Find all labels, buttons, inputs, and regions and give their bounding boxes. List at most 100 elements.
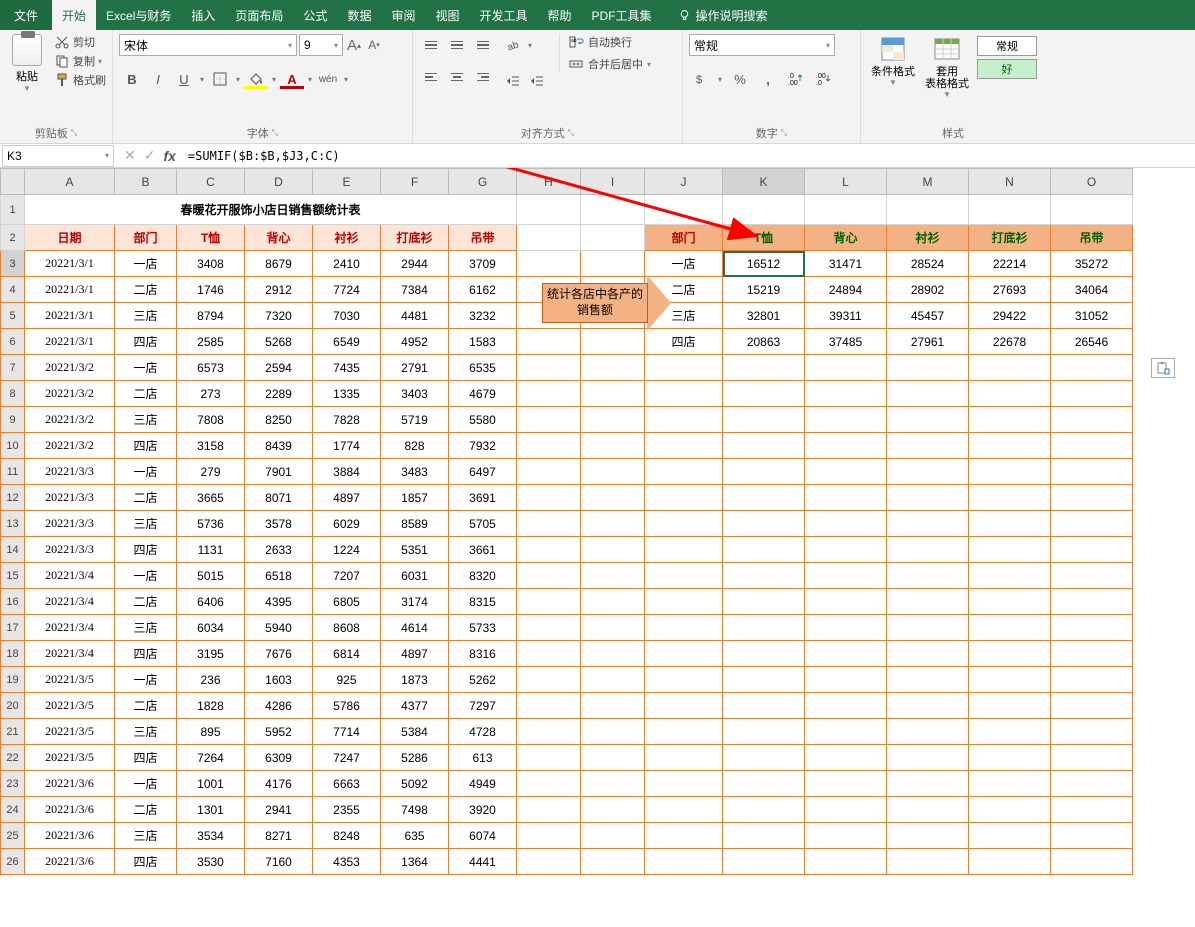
summary-cell[interactable]: 一店: [645, 251, 723, 277]
cell[interactable]: [887, 615, 969, 641]
cell[interactable]: [723, 563, 805, 589]
cell[interactable]: [645, 433, 723, 459]
row-header-16[interactable]: 16: [1, 589, 25, 615]
font-color-dropdown[interactable]: ▾: [305, 68, 315, 90]
cell[interactable]: [1051, 823, 1133, 849]
main-cell[interactable]: 20221/3/1: [25, 251, 115, 277]
cell[interactable]: [887, 195, 969, 225]
main-cell[interactable]: 6074: [449, 823, 517, 849]
comma-button[interactable]: ,: [755, 68, 781, 90]
main-cell[interactable]: 20221/3/5: [25, 719, 115, 745]
cell[interactable]: [581, 459, 645, 485]
number-launcher[interactable]: ⤡: [781, 128, 787, 138]
main-cell[interactable]: 2410: [313, 251, 381, 277]
main-cell[interactable]: 8589: [381, 511, 449, 537]
main-cell[interactable]: 2585: [177, 329, 245, 355]
cell[interactable]: [517, 771, 581, 797]
main-cell[interactable]: 三店: [115, 407, 177, 433]
cell[interactable]: [969, 195, 1051, 225]
cell[interactable]: [969, 485, 1051, 511]
accounting-dropdown[interactable]: ▾: [715, 68, 725, 90]
column-header-A[interactable]: A: [25, 169, 115, 195]
main-cell[interactable]: 四店: [115, 641, 177, 667]
cell[interactable]: [969, 849, 1051, 875]
row-header-13[interactable]: 13: [1, 511, 25, 537]
summary-cell[interactable]: 27961: [887, 329, 969, 355]
italic-button[interactable]: I: [145, 68, 171, 90]
conditional-format-button[interactable]: 条件格式▼: [867, 34, 919, 123]
main-cell[interactable]: 4395: [245, 589, 313, 615]
row-header-15[interactable]: 15: [1, 563, 25, 589]
main-cell[interactable]: 7828: [313, 407, 381, 433]
main-cell[interactable]: 8250: [245, 407, 313, 433]
main-cell[interactable]: 20221/3/3: [25, 537, 115, 563]
cell[interactable]: [887, 745, 969, 771]
cell[interactable]: [581, 667, 645, 693]
main-cell[interactable]: 2941: [245, 797, 313, 823]
main-cell[interactable]: 925: [313, 667, 381, 693]
row-header-22[interactable]: 22: [1, 745, 25, 771]
cell[interactable]: [723, 615, 805, 641]
cell[interactable]: [517, 433, 581, 459]
tell-me-search[interactable]: 操作说明搜索: [668, 0, 778, 30]
main-cell[interactable]: 1301: [177, 797, 245, 823]
main-cell[interactable]: 5733: [449, 615, 517, 641]
main-cell[interactable]: 20221/3/1: [25, 329, 115, 355]
main-cell[interactable]: 895: [177, 719, 245, 745]
menu-formulas[interactable]: 公式: [293, 0, 337, 30]
main-cell[interactable]: 二店: [115, 797, 177, 823]
cell[interactable]: [723, 433, 805, 459]
main-cell[interactable]: 5736: [177, 511, 245, 537]
main-cell[interactable]: 3408: [177, 251, 245, 277]
summary-cell[interactable]: 31052: [1051, 303, 1133, 329]
summary-cell[interactable]: 45457: [887, 303, 969, 329]
main-cell[interactable]: 3483: [381, 459, 449, 485]
column-header-D[interactable]: D: [245, 169, 313, 195]
cell-style-good[interactable]: 好: [977, 59, 1037, 79]
cell[interactable]: [581, 615, 645, 641]
column-header-N[interactable]: N: [969, 169, 1051, 195]
main-cell[interactable]: 三店: [115, 303, 177, 329]
main-cell[interactable]: 5705: [449, 511, 517, 537]
cell[interactable]: [645, 771, 723, 797]
main-cell[interactable]: 7297: [449, 693, 517, 719]
main-cell[interactable]: 四店: [115, 329, 177, 355]
column-header-C[interactable]: C: [177, 169, 245, 195]
cell[interactable]: [645, 589, 723, 615]
cell[interactable]: [645, 407, 723, 433]
main-cell[interactable]: 7714: [313, 719, 381, 745]
fill-color-button[interactable]: [243, 68, 269, 90]
cell[interactable]: [1051, 511, 1133, 537]
main-cell[interactable]: 一店: [115, 667, 177, 693]
main-cell[interactable]: 1583: [449, 329, 517, 355]
increase-indent-button[interactable]: [525, 70, 549, 92]
row-header-5[interactable]: 5: [1, 303, 25, 329]
main-cell[interactable]: 20221/3/5: [25, 745, 115, 771]
cell[interactable]: [1051, 719, 1133, 745]
cell[interactable]: [805, 459, 887, 485]
main-cell[interactable]: 二店: [115, 693, 177, 719]
phonetic-button[interactable]: wén: [315, 68, 341, 90]
cell[interactable]: [887, 381, 969, 407]
summary-cell[interactable]: 20863: [723, 329, 805, 355]
main-cell[interactable]: 4897: [381, 641, 449, 667]
menu-view[interactable]: 视图: [425, 0, 469, 30]
summary-cell[interactable]: 28524: [887, 251, 969, 277]
main-cell[interactable]: 二店: [115, 589, 177, 615]
main-cell[interactable]: 4377: [381, 693, 449, 719]
row-header-1[interactable]: 1: [1, 195, 25, 225]
main-cell[interactable]: 3195: [177, 641, 245, 667]
main-cell[interactable]: 1364: [381, 849, 449, 875]
cell[interactable]: [517, 251, 581, 277]
cell[interactable]: [645, 641, 723, 667]
main-cell[interactable]: 6034: [177, 615, 245, 641]
cell[interactable]: [517, 407, 581, 433]
main-cell[interactable]: 三店: [115, 823, 177, 849]
main-cell[interactable]: 5940: [245, 615, 313, 641]
cell[interactable]: [1051, 355, 1133, 381]
cell[interactable]: [517, 849, 581, 875]
main-cell[interactable]: 20221/3/5: [25, 667, 115, 693]
main-cell[interactable]: 4949: [449, 771, 517, 797]
main-cell[interactable]: 三店: [115, 615, 177, 641]
cell[interactable]: [723, 381, 805, 407]
